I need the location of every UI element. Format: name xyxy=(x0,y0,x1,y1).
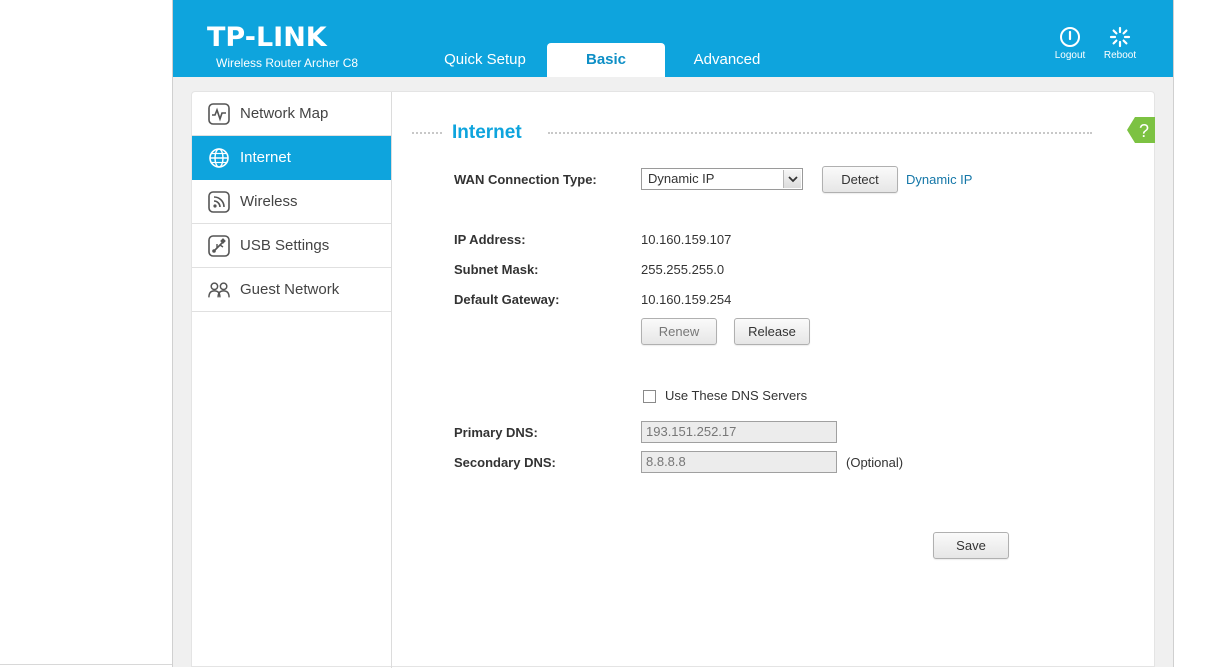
subnet-mask-label: Subnet Mask: xyxy=(454,262,539,277)
page-title: Internet xyxy=(452,122,522,143)
guest-users-icon xyxy=(208,279,230,301)
sidebar-item-label: Wireless xyxy=(240,193,298,210)
wan-connection-value: Dynamic IP xyxy=(648,171,715,186)
renew-button[interactable]: Renew xyxy=(641,318,717,345)
sidebar: Network Map Internet Wireless USB Settin… xyxy=(192,92,392,668)
sidebar-item-usb-settings[interactable]: USB Settings xyxy=(192,224,391,268)
release-button[interactable]: Release xyxy=(734,318,810,345)
sidebar-item-label: Guest Network xyxy=(240,281,340,298)
detect-button[interactable]: Detect xyxy=(822,166,898,193)
divider xyxy=(0,664,172,665)
help-button[interactable]: ? xyxy=(1127,116,1155,144)
wan-connection-label: WAN Connection Type: xyxy=(454,172,597,187)
chevron-down-icon xyxy=(783,170,801,188)
detect-result-link[interactable]: Dynamic IP xyxy=(906,172,972,187)
secondary-dns-label: Secondary DNS: xyxy=(454,455,556,470)
optional-note: (Optional) xyxy=(846,455,904,470)
secondary-dns-field[interactable]: 8.8.8.8 xyxy=(641,451,837,473)
logout-button[interactable]: Logout xyxy=(1045,26,1095,61)
help-icon: ? xyxy=(1127,117,1155,143)
wireless-icon xyxy=(208,190,230,213)
svg-text:?: ? xyxy=(1139,121,1149,141)
use-dns-label: Use These DNS Servers xyxy=(665,388,808,403)
tplink-logo: TP-LINK xyxy=(207,22,327,53)
sidebar-item-label: Network Map xyxy=(240,105,329,122)
logout-label: Logout xyxy=(1054,50,1086,61)
router-model: Wireless Router Archer C8 xyxy=(216,56,359,70)
primary-dns-label: Primary DNS: xyxy=(454,425,538,440)
divider xyxy=(412,132,442,134)
tab-advanced[interactable]: Advanced xyxy=(673,43,781,77)
ip-address-value: 10.160.159.107 xyxy=(641,232,732,247)
primary-dns-field[interactable]: 193.151.252.17 xyxy=(641,421,837,443)
use-dns-checkbox[interactable] xyxy=(643,390,656,403)
header-bar: TP-LINK Wireless Router Archer C8 Quick … xyxy=(173,0,1173,77)
reboot-icon xyxy=(1109,26,1131,48)
sidebar-item-internet[interactable]: Internet xyxy=(192,136,391,180)
default-gateway-label: Default Gateway: xyxy=(454,292,560,307)
sidebar-item-label: USB Settings xyxy=(240,237,330,254)
sidebar-item-wireless[interactable]: Wireless xyxy=(192,180,391,224)
usb-icon xyxy=(208,234,230,257)
globe-icon xyxy=(208,147,230,169)
power-icon xyxy=(1060,27,1080,47)
wan-connection-select[interactable]: Dynamic IP xyxy=(641,168,803,190)
reboot-label: Reboot xyxy=(1103,50,1137,61)
internet-settings: Internet ? WAN Connection Type: Dynamic … xyxy=(392,92,1155,668)
default-gateway-value: 10.160.159.254 xyxy=(641,292,732,307)
divider xyxy=(548,132,1092,134)
subnet-mask-value: 255.255.255.0 xyxy=(641,262,725,277)
network-map-icon xyxy=(208,102,230,125)
section-header: Internet xyxy=(412,122,1092,146)
reboot-button[interactable]: Reboot xyxy=(1095,26,1145,61)
router-admin-frame: TP-LINK Wireless Router Archer C8 Quick … xyxy=(172,0,1174,668)
sidebar-item-guest-network[interactable]: Guest Network xyxy=(192,268,391,312)
sidebar-item-network-map[interactable]: Network Map xyxy=(192,92,391,136)
save-button[interactable]: Save xyxy=(933,532,1009,559)
sidebar-item-label: Internet xyxy=(240,149,291,166)
main-panel: Network Map Internet Wireless USB Settin… xyxy=(191,91,1155,668)
tab-quick-setup[interactable]: Quick Setup xyxy=(431,43,539,77)
tab-basic[interactable]: Basic xyxy=(547,43,665,77)
ip-address-label: IP Address: xyxy=(454,232,526,247)
